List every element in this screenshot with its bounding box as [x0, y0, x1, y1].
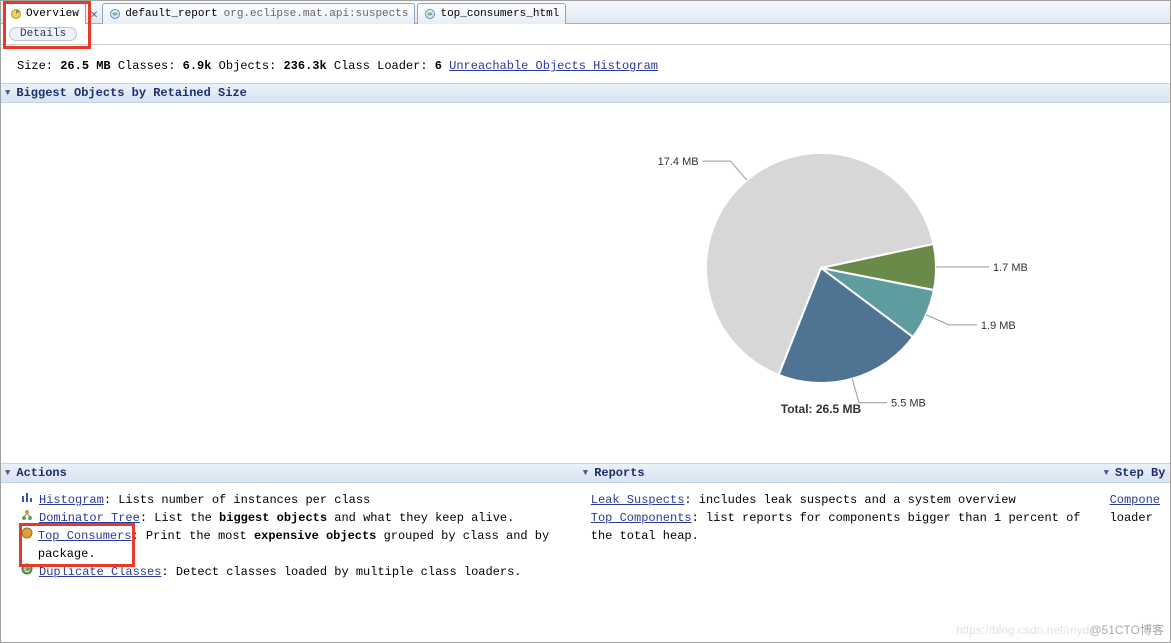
tree-icon: [21, 509, 35, 527]
details-strip: Details: [1, 24, 1170, 45]
action-duplicate-classes: C Duplicate Classes: Detect classes load…: [21, 563, 569, 581]
dominator-link[interactable]: Dominator Tree: [39, 511, 140, 525]
duplicate-classes-desc: : Detect classes loaded by multiple clas…: [161, 565, 521, 579]
tab-overview[interactable]: Overview: [3, 2, 86, 24]
retained-size-pie[interactable]: 17.4 MB 1.7 MB 1.9 MB 5.5 MB Total: 26.5 MB: [621, 123, 1041, 443]
editor-tabs: Overview ✕ default_report org.eclipse.ma…: [1, 1, 1170, 24]
svg-text:C: C: [24, 565, 30, 574]
tab-default-report-label: default_report: [125, 8, 217, 20]
step-component-desc: loader: [1110, 509, 1160, 527]
leak-suspects-link[interactable]: Leak Suspects: [591, 493, 685, 507]
top-components-link[interactable]: Top Components: [591, 511, 692, 525]
unreachable-histogram-link[interactable]: Unreachable Objects Histogram: [449, 59, 658, 73]
chart-area: 17.4 MB 1.7 MB 1.9 MB 5.5 MB Total: 26.5 MB: [1, 103, 1170, 463]
section-biggest-title: Biggest Objects by Retained Size: [16, 86, 246, 100]
objects-label: Objects:: [219, 59, 277, 73]
twistie-icon: ▼: [5, 88, 10, 98]
top-consumers-bold: expensive objects: [254, 529, 376, 543]
panel-reports: ▼ Reports Leak Suspects: includes leak s…: [579, 463, 1100, 591]
pie-title: Total: 26.5 MB: [781, 402, 862, 416]
section-reports-title: Reports: [594, 466, 644, 480]
component-desc: loader: [1110, 509, 1153, 527]
tab-top-consumers[interactable]: top_consumers_html: [417, 3, 566, 24]
details-pill[interactable]: Details: [9, 27, 77, 41]
histogram-desc: : Lists number of instances per class: [104, 493, 370, 507]
watermark-text: @51CTO博客: [1089, 623, 1164, 637]
leak-suspects-desc: : includes leak suspects and a system ov…: [684, 493, 1015, 507]
histogram-link[interactable]: Histogram: [39, 493, 104, 507]
size-value: 26.5 MB: [60, 59, 110, 73]
component-link[interactable]: Compone: [1110, 493, 1160, 507]
twistie-icon: ▼: [1104, 468, 1109, 478]
report-top-components: Top Components: list reports for compone…: [591, 509, 1090, 545]
objects-value: 236.3k: [283, 59, 326, 73]
panel-actions: ▼ Actions Histogram: Lists number of ins…: [1, 463, 579, 591]
loader-label: Class Loader:: [334, 59, 428, 73]
bar-chart-icon: [21, 491, 35, 509]
duplicate-classes-link[interactable]: Duplicate Classes: [39, 565, 161, 579]
panel-step-by: ▼ Step By Compone loader: [1100, 463, 1170, 591]
report-leak-suspects: Leak Suspects: includes leak suspects an…: [591, 491, 1090, 509]
action-top-consumers: Top Consumers: Print the most expensive …: [21, 527, 569, 563]
step-component: Compone: [1110, 491, 1160, 509]
size-label: Size:: [17, 59, 53, 73]
watermark: https://blog.csdn.net/myd@51CTO博客: [956, 621, 1164, 638]
pie-icon: [10, 8, 22, 20]
top-consumers-desc-pre: : Print the most: [132, 529, 254, 543]
classes-label: Classes:: [118, 59, 176, 73]
pie-icon: [21, 527, 34, 545]
pie-label: 1.7 MB: [993, 262, 1028, 274]
dominator-desc-post: and what they keep alive.: [327, 511, 514, 525]
bottom-panels: ▼ Actions Histogram: Lists number of ins…: [1, 463, 1170, 591]
dominator-desc-pre: : List the: [140, 511, 219, 525]
pie-label: 1.9 MB: [981, 320, 1016, 332]
twistie-icon: ▼: [583, 468, 588, 478]
section-step-title: Step By: [1115, 466, 1165, 480]
dominator-bold: biggest objects: [219, 511, 327, 525]
section-reports-header[interactable]: ▼ Reports: [579, 463, 1100, 483]
tab-top-consumers-label: top_consumers_html: [440, 8, 559, 20]
class-icon: C: [21, 563, 35, 581]
section-actions-title: Actions: [16, 466, 66, 480]
tab-default-report[interactable]: default_report org.eclipse.mat.api:suspe…: [102, 3, 415, 24]
loader-value: 6: [435, 59, 442, 73]
twistie-icon: ▼: [5, 468, 10, 478]
classes-value: 6.9k: [183, 59, 212, 73]
section-actions-header[interactable]: ▼ Actions: [1, 463, 579, 483]
watermark-url: https://blog.csdn.net/myd: [956, 623, 1089, 637]
heap-stats: Size: 26.5 MB Classes: 6.9k Objects: 236…: [1, 45, 1170, 83]
world-icon: [109, 8, 121, 20]
action-histogram: Histogram: Lists number of instances per…: [21, 491, 569, 509]
close-icon[interactable]: ✕: [88, 10, 102, 23]
top-consumers-link[interactable]: Top Consumers: [38, 529, 132, 543]
pie-label: 17.4 MB: [658, 156, 699, 168]
pie-label: 5.5 MB: [891, 398, 926, 410]
section-biggest-objects[interactable]: ▼ Biggest Objects by Retained Size: [1, 83, 1170, 103]
section-step-header[interactable]: ▼ Step By: [1100, 463, 1170, 483]
tab-default-report-suffix: org.eclipse.mat.api:suspects: [224, 8, 409, 20]
tab-overview-label: Overview: [26, 8, 79, 20]
action-dominator-tree: Dominator Tree: List the biggest objects…: [21, 509, 569, 527]
world-icon: [424, 8, 436, 20]
